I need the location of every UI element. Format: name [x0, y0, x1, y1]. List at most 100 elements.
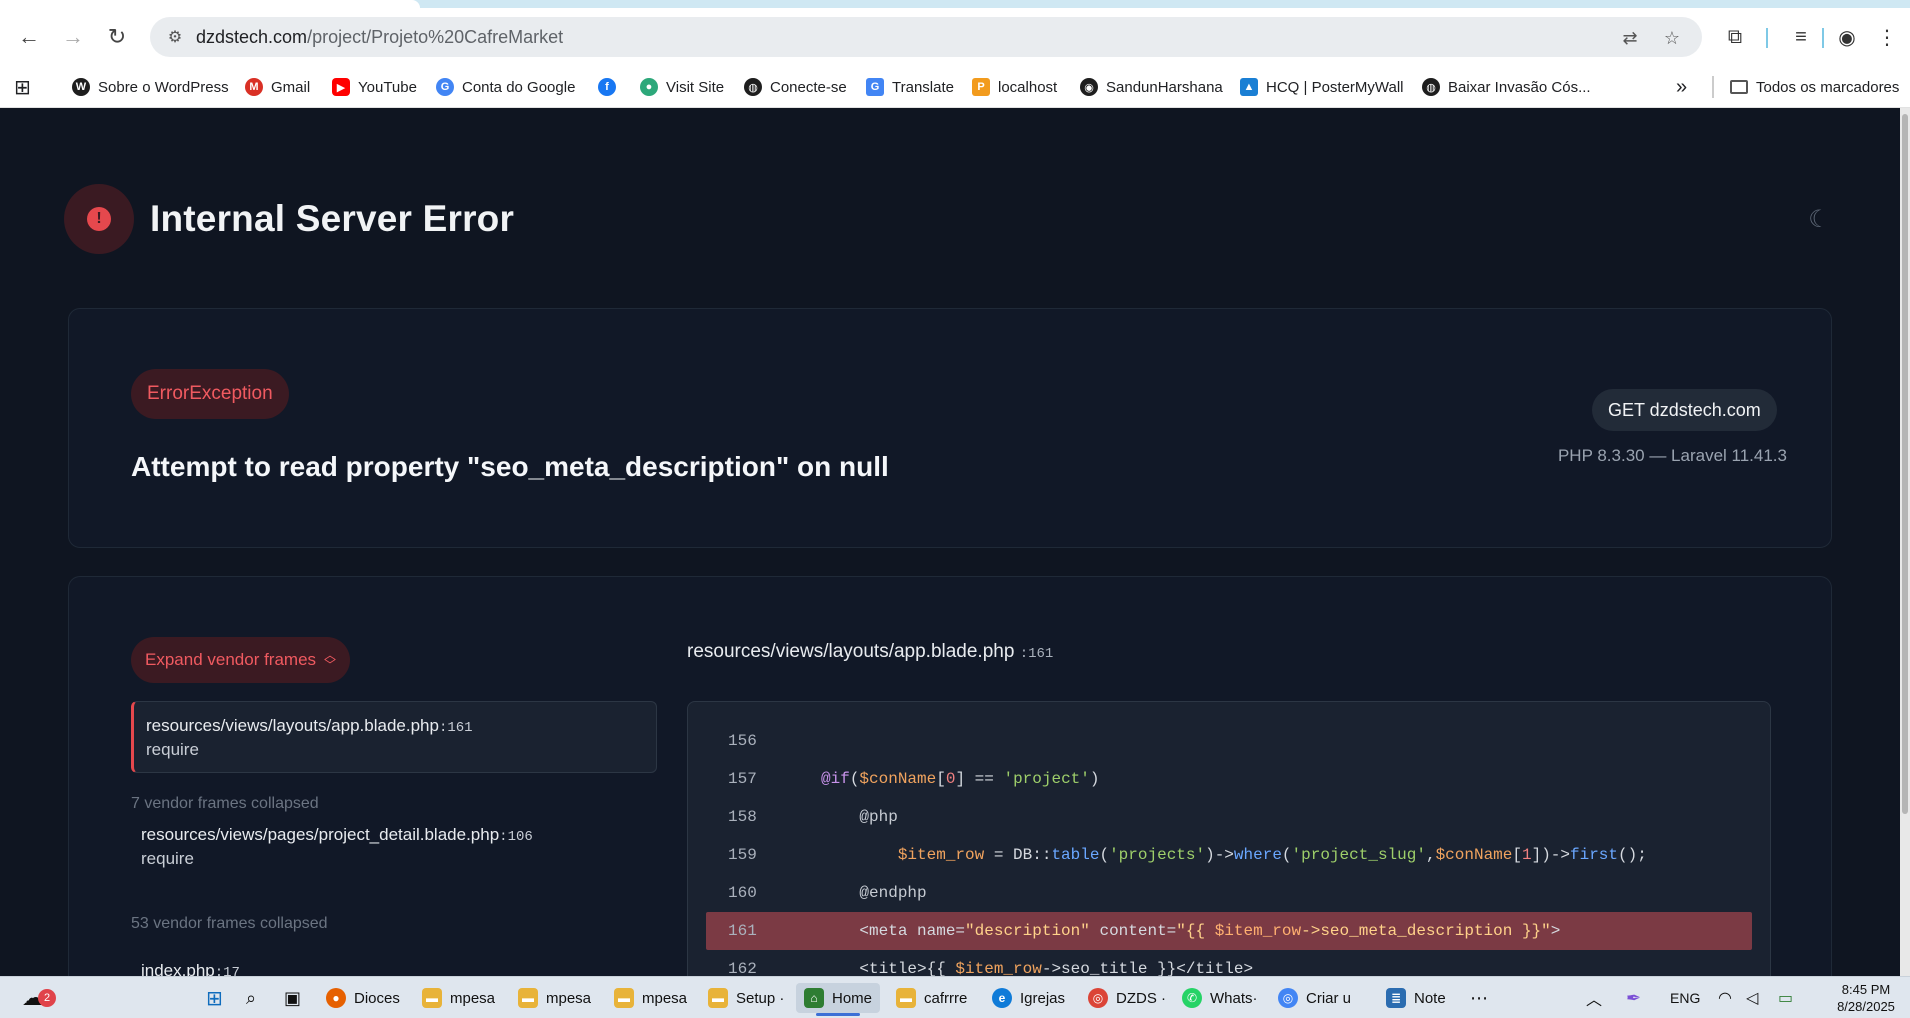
- bookmark-item[interactable]: ◍ Conecte-se: [744, 74, 847, 100]
- page-scrollbar[interactable]: [1900, 108, 1910, 976]
- phpmyadmin-icon: P: [972, 78, 990, 96]
- bookmark-item[interactable]: Plocalhost: [972, 74, 1057, 100]
- url-text[interactable]: dzdstech.com/project/Projeto%20CafreMark…: [196, 27, 563, 48]
- chevron-up-down-icon: ︿ ﹀: [324, 648, 337, 672]
- chrome-icon: ◎: [1088, 988, 1108, 1008]
- taskbar-app-label: Dioces: [354, 989, 400, 1007]
- taskbar-app[interactable]: ≣ Note: [1386, 983, 1446, 1013]
- taskbar-app[interactable]: ✆ Whats·: [1182, 983, 1258, 1013]
- code-snippet: 156 157 @if($conName[0] == 'project') 158…: [687, 701, 1771, 976]
- frame-path: index.php:17: [141, 961, 240, 976]
- code-line: 159 $item_row = DB::table('projects')->w…: [728, 846, 1647, 864]
- frame-function: require: [146, 740, 199, 759]
- address-bar[interactable]: ⚙ dzdstech.com/project/Projeto%20CafreMa…: [150, 17, 1702, 57]
- error-page: ! Internal Server Error ☾ ErrorException…: [0, 108, 1900, 976]
- taskbar-app[interactable]: ▬ Setup ·: [708, 983, 784, 1013]
- taskbar-app-active[interactable]: ⌂ Home: [796, 983, 881, 1016]
- search-icon[interactable]: ⌕: [246, 983, 256, 1013]
- taskbar-app[interactable]: ◎ DZDS ·: [1088, 983, 1166, 1013]
- taskbar-app-label: Setup ·: [736, 989, 785, 1007]
- bookmark-label: Todos os marcadores: [1756, 78, 1900, 96]
- site-info-icon[interactable]: ⚙: [164, 26, 186, 48]
- back-arrow-icon[interactable]: ←: [12, 20, 46, 54]
- taskbar-app-label: mpesa: [450, 989, 496, 1007]
- taskbar-app-label: Whats·: [1210, 989, 1258, 1007]
- google-icon: G: [436, 78, 454, 96]
- taskbar-app-label: cafrrre: [924, 989, 968, 1007]
- gmail-icon: M: [245, 78, 263, 96]
- taskbar-app[interactable]: ▬ mpesa: [518, 983, 591, 1013]
- battery-icon[interactable]: ▭: [1778, 983, 1793, 1013]
- chevron-up-icon[interactable]: ︿: [1586, 983, 1602, 1013]
- bookmark-item[interactable]: ◍ Baixar Invasão Cós...: [1422, 74, 1591, 100]
- bookmark-item[interactable]: M Gmail: [245, 74, 310, 100]
- clock-time: 8:45 PM: [1841, 982, 1891, 997]
- profile-avatar-icon[interactable]: ◉: [1832, 22, 1862, 52]
- collapsed-vendor-frames[interactable]: 53 vendor frames collapsed: [131, 915, 328, 933]
- translate-page-icon[interactable]: ⇄: [1618, 26, 1642, 50]
- forward-arrow-icon[interactable]: →: [56, 20, 90, 54]
- notepad-icon: ≣: [1386, 988, 1406, 1008]
- toolbar-divider: [1766, 28, 1768, 48]
- apps-grid-icon[interactable]: ⊞: [14, 74, 31, 100]
- bookmark-item[interactable]: G Translate: [866, 74, 954, 100]
- frame-function: require: [141, 849, 194, 868]
- bookmark-item[interactable]: ▶ YouTube: [332, 74, 417, 100]
- taskbar-app-label: Igrejas: [1020, 989, 1066, 1007]
- postermywall-icon: ▲: [1240, 78, 1258, 96]
- stack-frame-active[interactable]: resources/views/layouts/app.blade.php:16…: [131, 701, 657, 773]
- bookmark-item[interactable]: ▲ HCQ | PosterMyWall: [1240, 74, 1404, 100]
- taskbar-app[interactable]: ▬ cafrrre: [896, 983, 967, 1013]
- bookmark-label: Sobre o WordPress: [98, 78, 229, 96]
- scrollbar-thumb[interactable]: [1902, 114, 1908, 814]
- taskbar-app[interactable]: ◎ Criar u: [1278, 983, 1351, 1013]
- taskbar-app[interactable]: ● Dioces: [326, 983, 400, 1013]
- taskbar-app[interactable]: e Igrejas: [992, 983, 1065, 1013]
- expand-vendor-frames-button[interactable]: Expand vendor frames ︿ ﹀: [131, 637, 351, 683]
- folder-icon: ▬: [614, 988, 634, 1008]
- bookmark-star-icon[interactable]: ☆: [1660, 26, 1684, 50]
- github-icon: ◉: [1080, 78, 1098, 96]
- page-title: Internal Server Error: [150, 198, 515, 239]
- dark-mode-moon-icon[interactable]: ☾: [1806, 206, 1832, 233]
- home-app-icon: ⌂: [804, 988, 824, 1008]
- feather-app-icon[interactable]: ✒: [1626, 983, 1641, 1013]
- expand-label: Expand vendor frames: [145, 650, 317, 669]
- folder-icon: ▬: [896, 988, 916, 1008]
- reload-icon[interactable]: ↻: [100, 20, 134, 54]
- system-clock[interactable]: 8:45 PM 8/28/2025: [1826, 981, 1906, 1015]
- toolbar-divider: [1822, 28, 1824, 48]
- stack-frame[interactable]: resources/views/pages/project_detail.bla…: [141, 825, 641, 875]
- more-apps-icon[interactable]: ⋯: [1470, 983, 1488, 1013]
- language-indicator[interactable]: ENG: [1670, 983, 1700, 1013]
- volume-icon[interactable]: ◁: [1746, 983, 1758, 1013]
- bookmarks-divider: [1712, 76, 1714, 98]
- bookmark-item[interactable]: ◉ SandunHarshana: [1080, 74, 1223, 100]
- all-bookmarks-folder[interactable]: Todos os marcadores: [1730, 74, 1899, 100]
- youtube-icon: ▶: [332, 78, 350, 96]
- task-view-icon[interactable]: ▣: [284, 983, 301, 1013]
- bookmark-item[interactable]: ● Visit Site: [640, 74, 724, 100]
- bookmark-item[interactable]: f: [598, 74, 624, 100]
- chrome-menu-icon[interactable]: ⋮: [1872, 22, 1902, 52]
- bookmark-item[interactable]: W Sobre o WordPress: [72, 74, 229, 100]
- more-bookmarks-chevron-icon[interactable]: »: [1676, 74, 1687, 100]
- folder-icon: ▬: [708, 988, 728, 1008]
- media-control-icon[interactable]: ≡: [1786, 22, 1816, 52]
- bookmark-label: Baixar Invasão Cós...: [1448, 78, 1591, 96]
- globe-icon: ◍: [1422, 78, 1440, 96]
- active-tab[interactable]: [0, 0, 420, 8]
- firefox-icon: ●: [326, 988, 346, 1008]
- taskbar-app-label: Note: [1414, 989, 1446, 1007]
- bookmarks-bar: ⊞ W Sobre o WordPress M Gmail ▶ YouTube G Co…: [0, 66, 1910, 108]
- bookmark-item[interactable]: G Conta do Google: [436, 74, 575, 100]
- visit-site-icon: ●: [640, 78, 658, 96]
- facebook-icon: f: [598, 78, 616, 96]
- stack-frame[interactable]: index.php:17: [141, 961, 641, 976]
- taskbar-app[interactable]: ▬ mpesa: [614, 983, 687, 1013]
- windows-start-icon[interactable]: ⊞: [206, 983, 223, 1013]
- wifi-icon[interactable]: ◠: [1718, 983, 1732, 1013]
- extensions-icon[interactable]: ⧉: [1720, 22, 1750, 52]
- collapsed-vendor-frames[interactable]: 7 vendor frames collapsed: [131, 795, 319, 813]
- taskbar-app[interactable]: ▬ mpesa: [422, 983, 495, 1013]
